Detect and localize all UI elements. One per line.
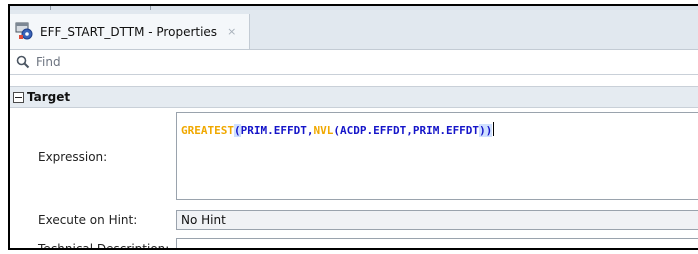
- search-bar: [10, 50, 698, 75]
- tab-bar: EFF_START_DTTM - Properties ×: [10, 10, 698, 50]
- technical-description-label: Technical Description:: [38, 242, 170, 250]
- tab-properties[interactable]: EFF_START_DTTM - Properties ×: [10, 14, 250, 49]
- close-icon[interactable]: ×: [227, 25, 236, 38]
- expr-token: (: [233, 124, 241, 137]
- text-caret: [493, 122, 495, 136]
- expr-token: ACDP.EFFDT: [339, 124, 407, 137]
- section-title: Target: [27, 90, 71, 104]
- expression-editor[interactable]: GREATEST(PRIM.EFFDT,NVL(ACDP.EFFDT,PRIM.…: [176, 112, 698, 200]
- expr-token: NVL: [313, 124, 334, 137]
- expr-token: ,: [406, 124, 413, 137]
- expr-token: )): [479, 124, 493, 137]
- expr-token: PRIM.EFFDT: [412, 124, 480, 137]
- expression-text: GREATEST(PRIM.EFFDT,NVL(ACDP.EFFDT,PRIM.…: [181, 122, 495, 137]
- section-header-target[interactable]: Target: [10, 86, 698, 108]
- properties-icon: [14, 21, 36, 43]
- collapse-minus-icon[interactable]: [13, 91, 24, 103]
- search-icon: [16, 55, 30, 69]
- search-input[interactable]: [36, 55, 636, 69]
- properties-panel: EFF_START_DTTM - Properties × Target Exp…: [8, 4, 698, 250]
- expression-label: Expression:: [38, 150, 108, 164]
- execute-on-hint-select[interactable]: No Hint: [176, 210, 698, 230]
- expr-token: PRIM.EFFDT: [240, 124, 307, 137]
- expr-token: GREATEST: [181, 124, 234, 137]
- expr-token: (: [333, 124, 340, 137]
- technical-description-field[interactable]: [176, 238, 698, 248]
- execute-on-hint-label: Execute on Hint:: [38, 213, 138, 227]
- tab-title: EFF_START_DTTM - Properties: [40, 24, 218, 39]
